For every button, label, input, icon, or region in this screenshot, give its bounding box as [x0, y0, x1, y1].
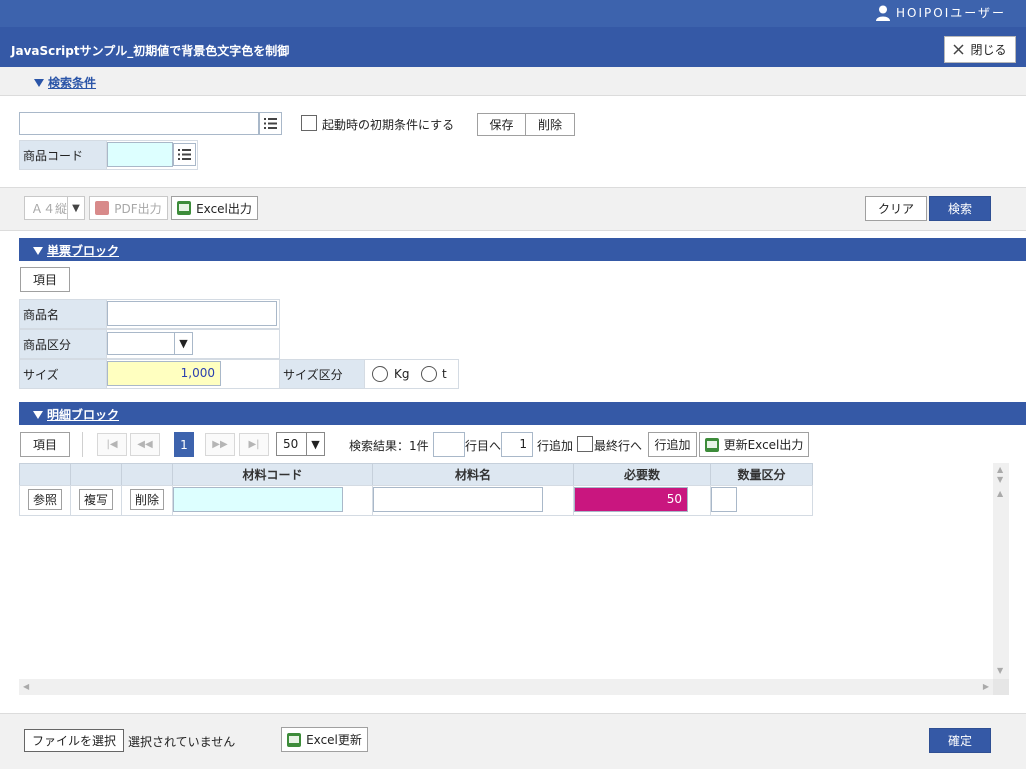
list-icon [264, 118, 277, 129]
startup-condition-label: 起動時の初期条件にする [322, 118, 455, 132]
user-menu[interactable]: HOIPOIユーザー [876, 4, 1006, 21]
excel-icon [177, 201, 192, 215]
column-header-qty-unit[interactable]: 数量区分 [710, 463, 813, 486]
grid-header-blank [121, 463, 173, 486]
last-row-checkbox[interactable] [577, 436, 593, 452]
product-name-label: 商品名 [19, 299, 107, 329]
list-icon [178, 149, 191, 160]
copy-row-button[interactable]: 複写 [79, 489, 113, 510]
pdf-export-button[interactable]: PDF出力 [89, 196, 168, 220]
file-status-text: 選択されていません [128, 735, 236, 749]
condition-list-button[interactable] [259, 112, 282, 135]
product-category-label: 商品区分 [19, 329, 107, 359]
material-code-input[interactable] [173, 487, 343, 512]
user-icon [876, 5, 890, 21]
excel-icon [704, 437, 719, 452]
product-code-input[interactable] [107, 142, 173, 167]
add-row-label: 行追加 [537, 439, 574, 453]
scroll-left-icon[interactable]: ◀ [23, 682, 29, 691]
scrollbar-corner [993, 679, 1009, 695]
close-button[interactable]: 閉じる [944, 36, 1016, 63]
paper-size-select[interactable]: Ａ４縦 ▼ [24, 196, 85, 220]
reference-button[interactable]: 参照 [28, 489, 62, 510]
product-category-select[interactable]: ▼ [107, 332, 193, 355]
next-page-icon[interactable]: ▶▶ [205, 433, 235, 456]
detail-block-item-button[interactable]: 項目 [20, 432, 70, 457]
save-condition-button[interactable]: 保存 [477, 113, 526, 136]
scroll-down-icon[interactable]: ▼ [997, 475, 1003, 484]
qty-unit-input[interactable] [711, 487, 737, 512]
size-input[interactable]: 1,000 [107, 361, 221, 386]
search-section-toggle[interactable]: 検索条件 [34, 74, 96, 91]
collapse-triangle-icon [33, 410, 43, 419]
scroll-down-icon[interactable]: ▼ [997, 666, 1003, 675]
column-header-material-name[interactable]: 材料名 [372, 463, 574, 486]
search-section-header [0, 67, 1026, 96]
unit-kg-label: Kg [394, 367, 410, 381]
grid-header-blank [19, 463, 71, 486]
prev-page-icon[interactable]: ◀◀ [130, 433, 160, 456]
dropdown-arrow-icon: ▼ [174, 333, 192, 354]
goto-row-input[interactable] [433, 432, 465, 457]
search-condition-input[interactable] [19, 112, 259, 135]
add-row-button[interactable]: 行追加 [648, 432, 697, 457]
excel-update-button[interactable]: Excel更新 [281, 727, 368, 752]
user-name: HOIPOIユーザー [896, 6, 1006, 20]
dropdown-arrow-icon: ▼ [67, 197, 84, 219]
scroll-up-icon[interactable]: ▲ [997, 465, 1003, 474]
close-icon [953, 44, 965, 55]
required-qty-input[interactable]: 50 [574, 487, 688, 512]
grid-header-blank [70, 463, 122, 486]
page-size-select[interactable]: 50 ▼ [276, 432, 325, 456]
detail-block-header[interactable]: 明細ブロック [19, 402, 1026, 425]
column-header-required-qty[interactable]: 必要数 [573, 463, 711, 486]
confirm-button[interactable]: 確定 [929, 728, 991, 753]
column-header-material-code[interactable]: 材料コード [172, 463, 373, 486]
last-row-label: 最終行へ [594, 439, 643, 453]
pdf-icon [95, 201, 110, 215]
scroll-up-icon[interactable]: ▲ [997, 489, 1003, 498]
page-title: JavaScriptサンプル_初期値で背景色文字色を制御 [11, 44, 290, 58]
clear-button[interactable]: クリア [865, 196, 927, 221]
add-row-count-input[interactable]: 1 [501, 432, 533, 457]
startup-condition-checkbox[interactable] [301, 115, 317, 131]
unit-t-label: t [442, 367, 447, 381]
collapse-triangle-icon [34, 78, 44, 87]
size-unit-label: サイズ区分 [279, 359, 365, 389]
collapse-triangle-icon [33, 246, 43, 255]
first-page-icon[interactable]: |◀ [97, 433, 127, 456]
file-select-button[interactable]: ファイルを選択 [24, 729, 124, 752]
excel-icon [287, 732, 302, 747]
dropdown-arrow-icon: ▼ [306, 433, 324, 455]
product-code-list-button[interactable] [173, 143, 196, 166]
material-name-input[interactable] [373, 487, 543, 512]
product-code-label: 商品コード [19, 140, 107, 170]
current-page-button[interactable]: 1 [174, 432, 194, 457]
product-name-input[interactable] [107, 301, 277, 326]
excel-export-button[interactable]: Excel出力 [171, 196, 258, 220]
delete-row-button[interactable]: 削除 [130, 489, 164, 510]
unit-kg-radio[interactable] [372, 366, 388, 382]
horizontal-scrollbar[interactable]: ◀ ▶ [19, 679, 993, 695]
vertical-scrollbar[interactable]: ▲ ▼ ▲ ▼ [993, 463, 1009, 679]
result-count: 検索結果：1件 [349, 439, 429, 453]
scroll-right-icon[interactable]: ▶ [983, 682, 989, 691]
single-block-header[interactable]: 単票ブロック [19, 238, 1026, 261]
size-label: サイズ [19, 359, 107, 389]
goto-row-label: 行目へ [465, 439, 502, 453]
toolbar-divider [82, 432, 83, 457]
search-button[interactable]: 検索 [929, 196, 991, 221]
update-excel-export-button[interactable]: 更新Excel出力 [699, 432, 809, 457]
delete-condition-button[interactable]: 削除 [525, 113, 575, 136]
top-bar [0, 0, 1026, 27]
single-block-item-button[interactable]: 項目 [20, 267, 70, 292]
last-page-icon[interactable]: ▶| [239, 433, 269, 456]
unit-t-radio[interactable] [421, 366, 437, 382]
